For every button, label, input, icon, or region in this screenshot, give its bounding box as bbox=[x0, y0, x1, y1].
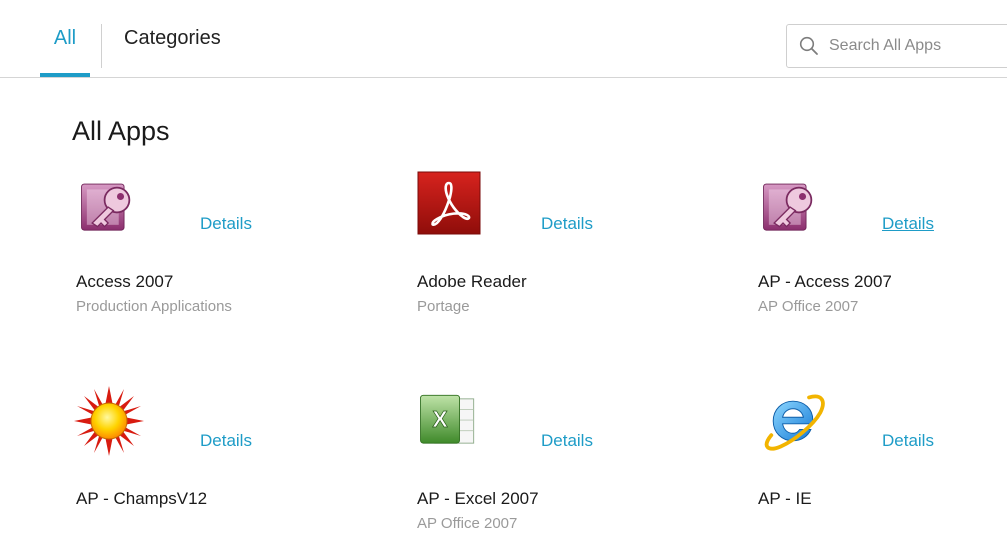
app-card-access-2007: Details Access 2007 Production Applicati… bbox=[76, 181, 326, 331]
tab-categories-label: Categories bbox=[124, 27, 221, 49]
page-title: All Apps bbox=[72, 116, 170, 146]
details-link[interactable]: Details bbox=[200, 431, 252, 451]
app-card-ap-access-2007: Details AP - Access 2007 AP Office 2007 bbox=[758, 181, 1007, 331]
access-key-icon bbox=[763, 183, 813, 231]
sunburst-icon bbox=[74, 386, 144, 456]
details-link[interactable]: Details bbox=[882, 431, 934, 451]
active-tab-indicator bbox=[40, 73, 90, 77]
details-link[interactable]: Details bbox=[882, 214, 934, 234]
svg-text:X: X bbox=[432, 406, 448, 432]
app-name: Access 2007 bbox=[76, 272, 174, 291]
search-icon bbox=[799, 36, 818, 55]
search-input[interactable] bbox=[827, 36, 1001, 56]
app-name: AP - Access 2007 bbox=[758, 272, 892, 291]
top-nav-bar: All Categories bbox=[0, 0, 1007, 78]
app-category: Production Applications bbox=[76, 298, 232, 315]
tab-categories[interactable]: Categories bbox=[124, 0, 221, 77]
app-category: AP Office 2007 bbox=[758, 298, 859, 315]
tab-divider bbox=[101, 24, 102, 68]
details-link[interactable]: Details bbox=[541, 214, 593, 234]
app-name: AP - IE bbox=[758, 489, 812, 508]
internet-explorer-icon bbox=[764, 394, 825, 451]
details-link[interactable]: Details bbox=[200, 214, 252, 234]
app-name: AP - ChampsV12 bbox=[76, 489, 208, 508]
app-name: AP - Excel 2007 bbox=[417, 489, 539, 508]
adobe-reader-icon bbox=[417, 171, 481, 235]
app-card-ap-champsv12: Details AP - ChampsV12 bbox=[74, 386, 326, 548]
app-card-adobe-reader: Details Adobe Reader Portage bbox=[417, 171, 667, 331]
app-name: Adobe Reader bbox=[417, 272, 527, 291]
tab-all-label: All bbox=[53, 27, 77, 49]
tab-all[interactable]: All bbox=[40, 0, 90, 77]
details-link[interactable]: Details bbox=[541, 431, 593, 451]
app-card-ap-ie: Details AP - IE bbox=[758, 394, 1007, 548]
search-box[interactable] bbox=[786, 24, 1007, 68]
app-category: Portage bbox=[417, 298, 470, 315]
app-card-ap-excel-2007: X Details AP - Excel 2007 AP Office 2007 bbox=[417, 394, 667, 548]
app-category: AP Office 2007 bbox=[417, 515, 518, 532]
access-key-icon bbox=[81, 183, 131, 231]
excel-icon: X bbox=[420, 394, 475, 444]
